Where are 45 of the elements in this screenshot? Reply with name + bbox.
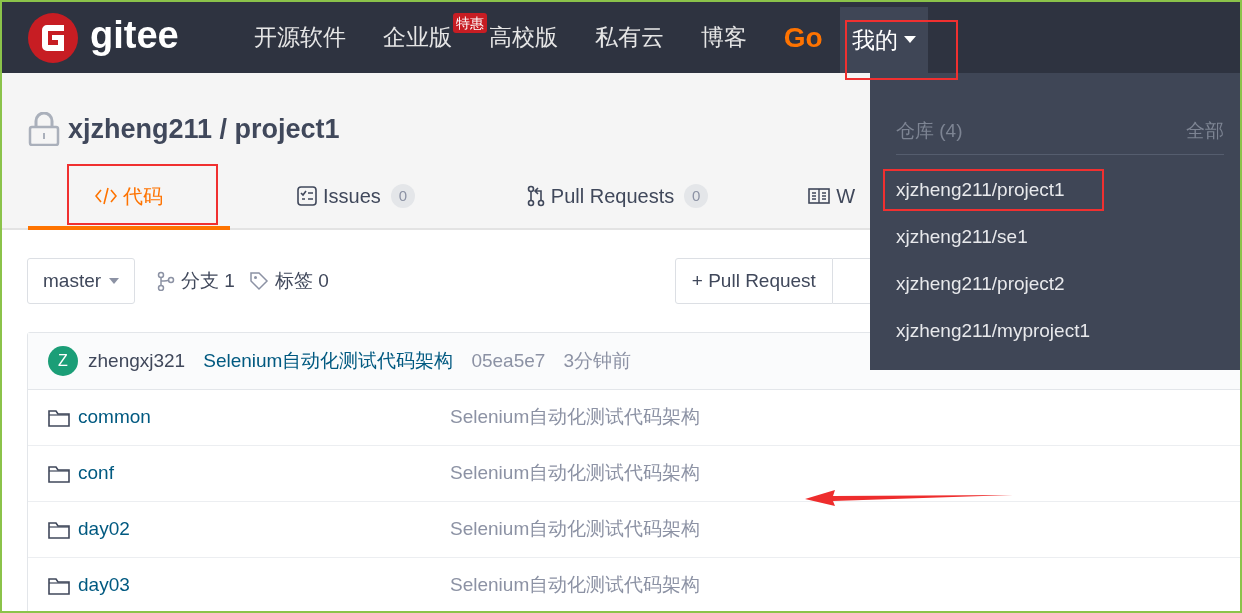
nav-link[interactable]: 高校版 bbox=[488, 20, 558, 55]
book-icon bbox=[808, 188, 831, 204]
repo-menu-item[interactable]: xjzheng211/se1 bbox=[896, 222, 1028, 252]
nav-link[interactable]: 私有云 bbox=[594, 20, 664, 55]
branch-dropdown[interactable]: master bbox=[27, 258, 136, 304]
tab[interactable]: Issues 0 bbox=[297, 166, 415, 230]
repo-menu-item[interactable]: xjzheng211/project1 bbox=[896, 175, 1065, 205]
nav-link[interactable]: 博客 bbox=[700, 20, 747, 55]
logo-icon[interactable] bbox=[28, 12, 78, 63]
folder-icon bbox=[48, 464, 70, 483]
code-icon bbox=[95, 187, 117, 205]
tab[interactable]: Pull Requests 0 bbox=[526, 166, 709, 230]
folder-icon bbox=[48, 520, 70, 539]
commit-message-link[interactable]: Selenium自动化测试代码架构 bbox=[203, 346, 454, 376]
commit-time: 3分钟前 bbox=[563, 348, 631, 373]
branch-icon bbox=[157, 271, 176, 291]
button-group-edge bbox=[832, 258, 873, 304]
count-badge: 0 bbox=[390, 184, 415, 208]
menu-button[interactable]: 我的 bbox=[839, 7, 928, 73]
file-link[interactable]: day02 bbox=[78, 515, 450, 544]
count-badge: 0 bbox=[684, 184, 709, 208]
pull-request-button[interactable]: + Pull Request bbox=[674, 258, 833, 304]
repo-menu-item[interactable]: xjzheng211/project2 bbox=[896, 269, 1065, 299]
tags-link[interactable]: 标签 0 bbox=[248, 266, 329, 296]
nav-link[interactable]: 开源软件 bbox=[253, 20, 346, 55]
nav-link[interactable]: Go bbox=[783, 16, 823, 59]
repo-menu-item[interactable]: xjzheng211/myproject1 bbox=[896, 316, 1090, 346]
author-link[interactable]: zhengxj321 bbox=[88, 346, 186, 376]
folder-icon bbox=[48, 576, 70, 595]
file-link[interactable]: common bbox=[78, 403, 450, 432]
checklist-icon bbox=[297, 186, 317, 206]
section-heading: 仓库 (4) bbox=[896, 119, 963, 143]
promo-badge: 特惠 bbox=[452, 13, 487, 33]
file-link[interactable]: day03 bbox=[78, 571, 450, 600]
nav-link[interactable]: 企业版 bbox=[382, 20, 452, 55]
tag-icon bbox=[248, 271, 269, 291]
branches-link[interactable]: 分支 1 bbox=[157, 266, 235, 296]
tab[interactable]: W bbox=[808, 166, 856, 230]
pull-request-icon bbox=[526, 185, 545, 207]
file-link[interactable]: conf bbox=[78, 459, 450, 488]
repo-title[interactable]: xjzheng211 / project1 bbox=[68, 108, 340, 150]
caret-icon bbox=[109, 278, 120, 284]
caret-icon bbox=[903, 36, 916, 44]
logo-text[interactable]: gitee bbox=[90, 15, 179, 60]
folder-icon bbox=[48, 408, 70, 427]
